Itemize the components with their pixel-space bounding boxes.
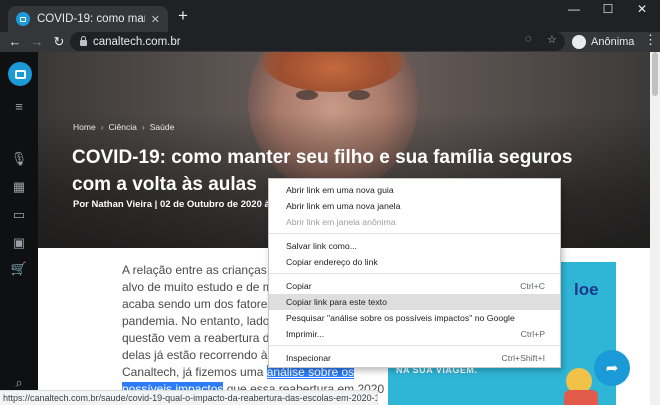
menu-separator	[269, 233, 560, 234]
canaltech-logo[interactable]	[8, 62, 32, 86]
forward-button[interactable]: →	[28, 33, 46, 51]
share-icon: ➦	[605, 360, 619, 377]
menu-item-shortcut: Ctrl+P	[520, 329, 545, 339]
breadcrumb-separator: ›	[141, 122, 145, 132]
breadcrumb-ciencia[interactable]: Ciência	[109, 122, 137, 132]
hero-photo-eye	[348, 90, 370, 100]
canaltech-favicon-icon	[16, 12, 30, 26]
article-byline: Por Nathan Vieira | 02 de Outubro de 202…	[73, 199, 276, 210]
site-sidebar: ≡ 🎙 ▦ ▭ ▣ 🛒 ⌕	[0, 52, 38, 405]
eye-off-icon[interactable]: ◌	[525, 33, 532, 45]
incognito-profile-button[interactable]: Anônima	[572, 33, 634, 51]
menu-item-shortcut: Ctrl+C	[520, 281, 545, 291]
scrollbar-thumb[interactable]	[652, 52, 658, 96]
menu-item-open-new-tab[interactable]: Abrir link em uma nova guia	[269, 182, 560, 198]
menu-item-search-google[interactable]: Pesquisar "análise sobre os possíveis im…	[269, 310, 560, 326]
menu-item-label: Imprimir...	[286, 329, 325, 339]
ad-brand-text: loe	[574, 280, 599, 299]
menu-icon[interactable]: ≡	[9, 98, 29, 116]
reload-button[interactable]: ↻	[50, 33, 68, 51]
context-menu: Abrir link em uma nova guia Abrir link e…	[268, 178, 561, 368]
maximize-button[interactable]: ☐	[592, 0, 624, 20]
breadcrumb-separator: ›	[100, 122, 104, 132]
tab-close-icon[interactable]: ✕	[151, 13, 160, 26]
close-window-button[interactable]: ✕	[626, 0, 658, 20]
menu-item-shortcut: Ctrl+Shift+I	[501, 353, 545, 363]
menu-separator	[269, 345, 560, 346]
tv-icon[interactable]: ▣	[9, 234, 29, 252]
menu-item-copy[interactable]: Copiar Ctrl+C	[269, 278, 560, 294]
browser-window: COVID-19: como manter seu filho ✕ + — ☐ …	[0, 0, 660, 405]
browser-menu-icon[interactable]: ⋮	[644, 32, 657, 48]
breadcrumb: Home › Ciência › Saúde	[73, 122, 174, 132]
ad-illustration	[564, 390, 598, 405]
breadcrumb-saude[interactable]: Saúde	[150, 122, 175, 132]
menu-item-inspect[interactable]: Inspecionar Ctrl+Shift+I	[269, 350, 560, 366]
status-bar-url: https://canaltech.com.br/saude/covid-19-…	[0, 390, 378, 405]
cart-icon[interactable]: 🛒	[9, 260, 29, 278]
bookmark-star-icon[interactable]: ☆	[547, 33, 557, 46]
tab-title: COVID-19: como manter seu filho	[37, 13, 145, 25]
address-bar[interactable]: canaltech.com.br ◌ ☆	[70, 32, 565, 51]
profile-label: Anônima	[591, 36, 635, 48]
menu-separator	[269, 273, 560, 274]
tab-active[interactable]: COVID-19: como manter seu filho ✕	[8, 6, 168, 32]
menu-item-label: Inspecionar	[286, 353, 331, 363]
page-scrollbar[interactable]	[650, 52, 660, 405]
tab-strip: COVID-19: como manter seu filho ✕ + — ☐ …	[0, 0, 660, 32]
menu-item-open-new-window[interactable]: Abrir link em uma nova janela	[269, 198, 560, 214]
back-button[interactable]: ←	[6, 33, 24, 51]
minimize-button[interactable]: —	[558, 0, 590, 20]
share-button[interactable]: ➦	[594, 350, 630, 386]
devices-icon[interactable]: ▭	[9, 206, 29, 224]
menu-item-open-incognito: Abrir link em janela anônima	[286, 217, 396, 227]
hero-photo-eye	[296, 90, 318, 100]
microphone-icon[interactable]: 🎙	[9, 150, 29, 168]
lock-icon	[80, 36, 87, 46]
breadcrumb-home[interactable]: Home	[73, 122, 96, 132]
article-text: Canaltech, já fizemos uma	[122, 365, 267, 379]
url-text: canaltech.com.br	[93, 35, 181, 48]
incognito-icon	[572, 35, 586, 49]
building-icon[interactable]: ▦	[9, 178, 29, 196]
menu-item-copy-link-address[interactable]: Copiar endereço do link	[269, 254, 560, 270]
menu-item-copy-link-to-text[interactable]: Copiar link para este texto	[269, 294, 560, 310]
menu-item-print[interactable]: Imprimir... Ctrl+P	[269, 326, 560, 342]
menu-item-label: Copiar	[286, 281, 312, 291]
menu-item-save-link[interactable]: Salvar link como...	[269, 238, 560, 254]
browser-toolbar: ← → ↻ canaltech.com.br ◌ ☆ Anônima ⋮	[0, 32, 660, 52]
new-tab-button[interactable]: +	[174, 7, 192, 26]
